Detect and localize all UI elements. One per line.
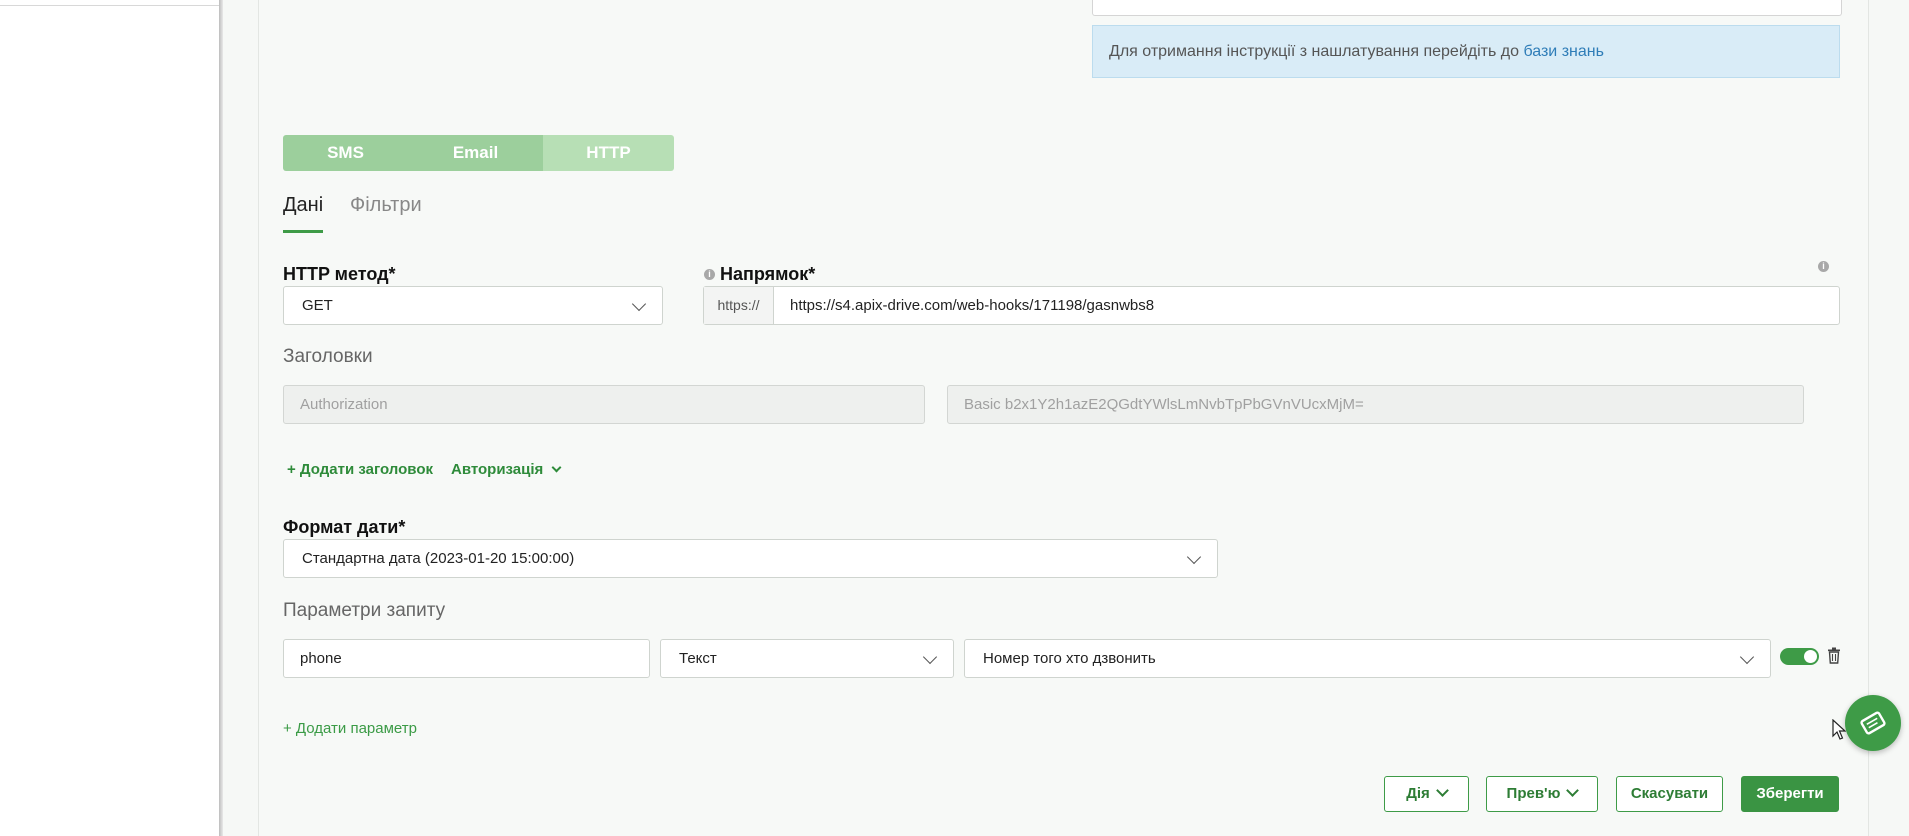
- mouse-pointer-icon: [1832, 718, 1847, 746]
- left-panel: [0, 6, 219, 836]
- chevron-down-icon: [922, 649, 938, 664]
- channel-tab-http[interactable]: HTTP: [543, 135, 674, 171]
- knowledge-base-link[interactable]: бази знань: [1523, 43, 1603, 60]
- channel-switcher: SMS Email HTTP: [283, 135, 674, 171]
- param-name-input[interactable]: phone: [283, 639, 650, 678]
- param-type-value: Текст: [679, 650, 717, 667]
- authorization-label: Авторизація: [451, 461, 544, 478]
- param-value-value: Номер того хто дзвонить: [983, 650, 1156, 667]
- chevron-down-icon: [1566, 784, 1580, 797]
- chevron-down-icon: [1186, 549, 1202, 564]
- info-icon[interactable]: i: [1818, 261, 1829, 272]
- chevron-down-icon: [552, 462, 562, 473]
- chevron-down-icon: [1435, 784, 1449, 797]
- date-format-label: Формат дати*: [283, 517, 406, 537]
- info-banner-text: Для отримання інструкції з нашлатування …: [1109, 43, 1519, 60]
- headers-title: Заголовки: [283, 346, 373, 367]
- cancel-button[interactable]: Скасувати: [1616, 776, 1723, 812]
- tab-data[interactable]: Дані: [283, 194, 324, 233]
- url-input[interactable]: https://s4.apix-drive.com/web-hooks/1711…: [774, 287, 1839, 324]
- channel-tab-sms[interactable]: SMS: [283, 135, 408, 171]
- save-button[interactable]: Зберегти: [1741, 776, 1839, 812]
- http-method-label: HTTP метод*: [283, 264, 396, 284]
- tab-filters[interactable]: Фільтри: [350, 194, 422, 224]
- action-dropdown-button[interactable]: Дія: [1384, 776, 1469, 812]
- url-prefix: https://: [704, 287, 774, 324]
- chevron-down-icon: [631, 296, 647, 311]
- authorization-dropdown[interactable]: Авторизація: [451, 461, 562, 478]
- channel-tab-email[interactable]: Email: [408, 135, 543, 171]
- info-banner: Для отримання інструкції з нашлатування …: [1092, 25, 1840, 78]
- param-value-select[interactable]: Номер того хто дзвонить: [964, 639, 1771, 678]
- header-value-input[interactable]: Basic b2x1Y2h1azE2QGdtYWlsLmNvbTpPbGVnVU…: [947, 385, 1804, 424]
- direction-field: https:// https://s4.apix-drive.com/web-h…: [703, 286, 1840, 325]
- param-type-select[interactable]: Текст: [660, 639, 954, 678]
- date-format-value: Стандартна дата (2023-01-20 15:00:00): [302, 550, 575, 567]
- params-title: Параметри запиту: [283, 600, 446, 621]
- book-icon: [1860, 711, 1886, 735]
- trash-icon[interactable]: [1827, 647, 1841, 664]
- previous-field-input[interactable]: [1092, 0, 1842, 16]
- http-method-value: GET: [302, 297, 333, 314]
- preview-label: Прев'ю: [1506, 785, 1561, 802]
- preview-dropdown-button[interactable]: Прев'ю: [1486, 776, 1598, 812]
- param-enabled-toggle[interactable]: [1780, 648, 1819, 665]
- knowledge-base-fab[interactable]: [1845, 695, 1901, 751]
- add-header-link[interactable]: + Додати заголовок: [287, 461, 433, 478]
- toggle-knob: [1804, 650, 1817, 663]
- header-name-input[interactable]: Authorization: [283, 385, 925, 424]
- action-label: Дія: [1406, 785, 1430, 802]
- info-icon[interactable]: i: [704, 269, 715, 280]
- http-method-select[interactable]: GET: [283, 286, 663, 325]
- direction-label: Напрямок*: [720, 264, 816, 284]
- chevron-down-icon: [1739, 649, 1755, 664]
- add-param-link[interactable]: + Додати параметр: [283, 720, 417, 737]
- date-format-select[interactable]: Стандартна дата (2023-01-20 15:00:00): [283, 539, 1218, 578]
